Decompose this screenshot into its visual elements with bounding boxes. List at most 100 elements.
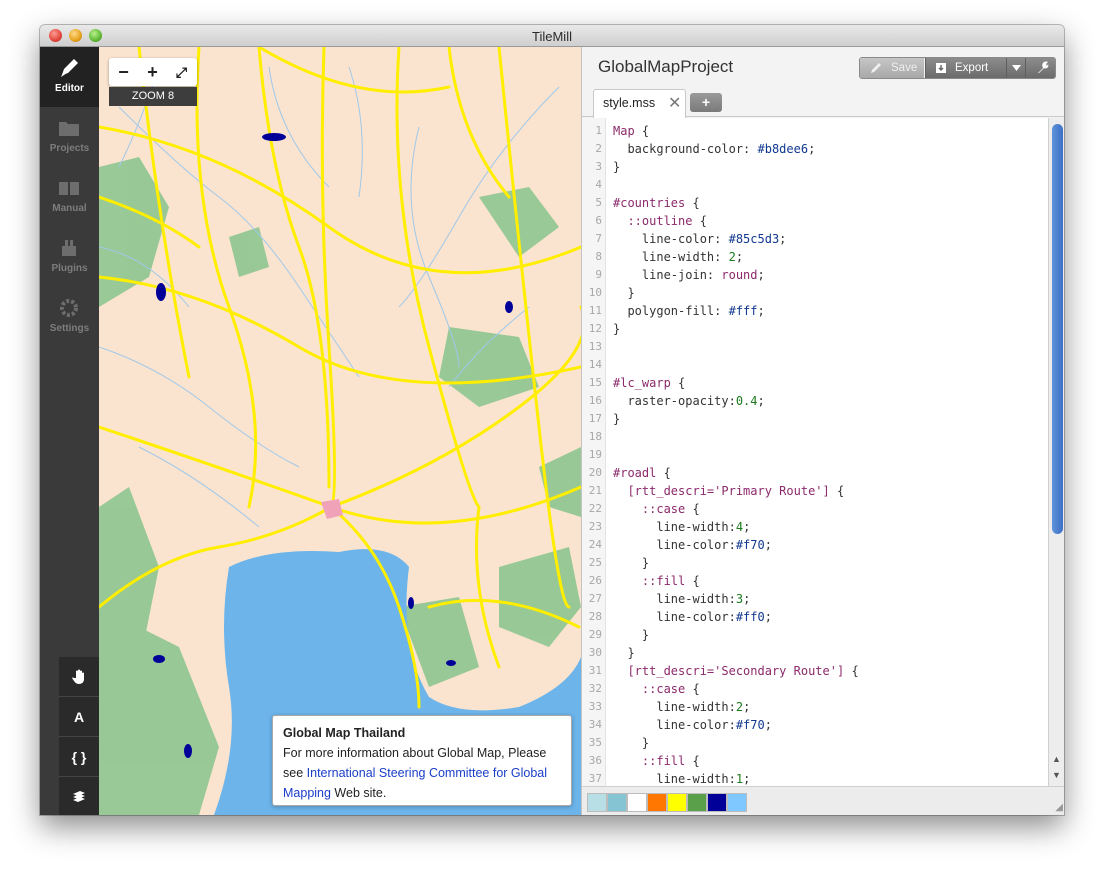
code-text: }	[613, 160, 621, 174]
color-swatch[interactable]	[687, 793, 707, 812]
line-number: 18	[588, 430, 602, 443]
code-line[interactable]: 4	[582, 176, 1048, 194]
color-swatch[interactable]	[707, 793, 727, 812]
code-line[interactable]: 22 ::case {	[582, 500, 1048, 518]
scroll-down-icon[interactable]: ▼	[1052, 770, 1061, 780]
fullscreen-button[interactable]: ⤢	[167, 58, 196, 86]
code-line[interactable]: 14	[582, 356, 1048, 374]
code-line[interactable]: 11 polygon-fill: #fff;	[582, 302, 1048, 320]
code-line[interactable]: 3}	[582, 158, 1048, 176]
layers-icon	[73, 791, 85, 802]
code-line[interactable]: 13	[582, 338, 1048, 356]
code-line[interactable]: 18	[582, 428, 1048, 446]
code-text: Map {	[613, 124, 650, 138]
map-legend: Global Map Thailand For more information…	[272, 715, 572, 806]
line-number: 34	[588, 718, 602, 731]
line-number: 37	[588, 772, 602, 785]
sidebar-item-editor[interactable]: Editor	[40, 47, 99, 107]
export-dropdown-button[interactable]	[1006, 58, 1025, 78]
zoom-out-button[interactable]: −	[109, 58, 138, 86]
code-line[interactable]: 23 line-width:4;	[582, 518, 1048, 536]
code-line[interactable]: 35 }	[582, 734, 1048, 752]
code-line[interactable]: 1 Map {	[582, 122, 1048, 140]
code-line[interactable]: 5 #countries {	[582, 194, 1048, 212]
code-line[interactable]: 24 line-color:#f70;	[582, 536, 1048, 554]
line-number: 28	[588, 610, 602, 623]
code-line[interactable]: 16 raster-opacity:0.4;	[582, 392, 1048, 410]
code-text: }	[613, 646, 635, 660]
code-line[interactable]: 30 }	[582, 644, 1048, 662]
code-line[interactable]: 10 }	[582, 284, 1048, 302]
scrollbar-thumb[interactable]	[1052, 124, 1063, 534]
code-line[interactable]: 6 ::outline {	[582, 212, 1048, 230]
line-number: 35	[588, 736, 602, 749]
code-line[interactable]: 32 ::case {	[582, 680, 1048, 698]
sidebar-item-plugins[interactable]: Plugins	[40, 227, 99, 287]
save-button[interactable]: Save	[860, 58, 924, 78]
color-swatch[interactable]	[667, 793, 687, 812]
code-line[interactable]: 12}	[582, 320, 1048, 338]
sidebar-item-projects[interactable]: Projects	[40, 107, 99, 167]
font-tool-button[interactable]: A	[59, 697, 99, 737]
code-line[interactable]: 8 line-width: 2;	[582, 248, 1048, 266]
line-number: 26	[588, 574, 602, 587]
code-line[interactable]: 20 #roadl {	[582, 464, 1048, 482]
gear-icon	[60, 299, 78, 317]
line-number: 24	[588, 538, 602, 551]
line-number: 11	[588, 304, 602, 317]
add-stylesheet-button[interactable]: +	[690, 93, 722, 112]
code-line[interactable]: 28 line-color:#ff0;	[582, 608, 1048, 626]
export-button[interactable]: Export	[925, 58, 1006, 78]
code-line[interactable]: 21 [rtt_descri='Primary Route'] {	[582, 482, 1048, 500]
legend-title: Global Map Thailand	[283, 726, 406, 740]
code-line[interactable]: 37 line-width:1;	[582, 770, 1048, 786]
map-canvas[interactable]	[99, 47, 581, 815]
pan-tool-button[interactable]	[59, 657, 99, 697]
layers-tool-button[interactable]	[59, 777, 99, 815]
carto-reference-button[interactable]: { }	[59, 737, 99, 777]
color-swatch[interactable]	[587, 793, 607, 812]
code-line[interactable]: 15 #lc_warp {	[582, 374, 1048, 392]
code-line[interactable]: 9 line-join: round;	[582, 266, 1048, 284]
color-swatch[interactable]	[627, 793, 647, 812]
code-text: line-color:#f70;	[613, 718, 772, 732]
sidebar-item-settings[interactable]: Settings	[40, 287, 99, 347]
wrench-icon	[1038, 61, 1049, 73]
vertical-scrollbar[interactable]: ▲ ▼	[1048, 118, 1064, 786]
zoom-in-button[interactable]: +	[138, 58, 167, 86]
chevron-down-icon	[1012, 65, 1021, 71]
code-editor[interactable]: 1 Map {2 background-color: #b8dee6; 3} 4 5 #c…	[582, 118, 1048, 786]
color-swatch[interactable]	[647, 793, 667, 812]
color-swatch[interactable]	[607, 793, 627, 812]
line-number: 4	[595, 178, 602, 191]
code-line[interactable]: 29 }	[582, 626, 1048, 644]
code-text: line-color: #85c5d3;	[613, 232, 787, 246]
code-line[interactable]: 27 line-width:3;	[582, 590, 1048, 608]
code-line[interactable]: 25 }	[582, 554, 1048, 572]
color-swatch[interactable]	[727, 793, 747, 812]
code-line[interactable]: 7 line-color: #85c5d3;	[582, 230, 1048, 248]
legend-text: For more information about Global Map, P…	[283, 743, 561, 803]
map-view[interactable]: − + ⤢ ZOOM 8 Global Map Thailand For mor…	[99, 47, 581, 815]
code-text: line-width:4;	[613, 520, 751, 534]
code-line[interactable]: 19	[582, 446, 1048, 464]
code-line[interactable]: 26 ::fill {	[582, 572, 1048, 590]
line-number: 6	[595, 214, 602, 227]
resize-grip-icon[interactable]: ◢	[1055, 802, 1063, 813]
sidebar-item-manual[interactable]: Manual	[40, 167, 99, 227]
code-text: line-width:3;	[613, 592, 751, 606]
code-line[interactable]: 31 [rtt_descri='Secondary Route'] {	[582, 662, 1048, 680]
code-line[interactable]: 33 line-width:2;	[582, 698, 1048, 716]
color-swatch-bar: ◢	[582, 786, 1064, 815]
legend-link[interactable]: International Steering Committee for Glo…	[283, 766, 547, 800]
code-line[interactable]: 2 background-color: #b8dee6;	[582, 140, 1048, 158]
settings-button[interactable]	[1025, 58, 1055, 78]
code-line[interactable]: 17}	[582, 410, 1048, 428]
code-line[interactable]: 34 line-color:#f70;	[582, 716, 1048, 734]
zoom-level-label: ZOOM 8	[109, 87, 197, 106]
code-line[interactable]: 36 ::fill {	[582, 752, 1048, 770]
tab-style-mss[interactable]: style.mss ✕	[593, 89, 686, 118]
close-tab-icon[interactable]: ✕	[668, 93, 681, 113]
code-text: line-width: 2;	[613, 250, 744, 264]
scroll-up-icon[interactable]: ▲	[1052, 754, 1061, 764]
